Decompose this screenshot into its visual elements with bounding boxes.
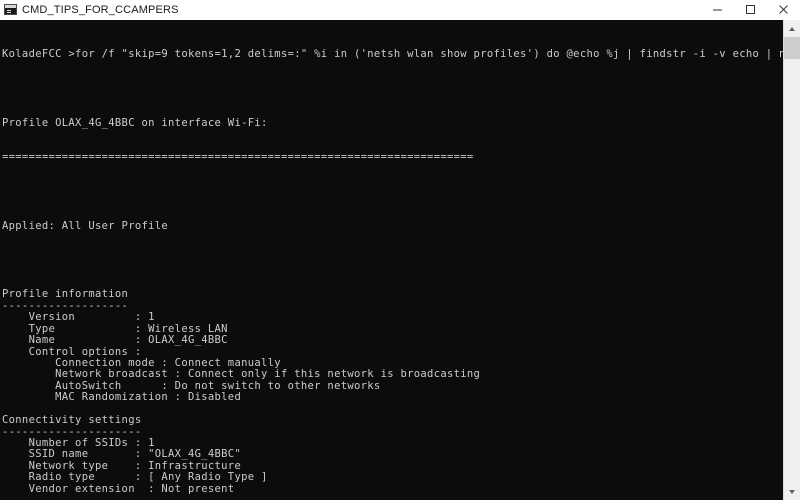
profile-rule: ========================================… — [2, 150, 474, 163]
command-line: KoladeFCC >for /f "skip=9 tokens=1,2 del… — [2, 47, 783, 60]
scroll-down-arrow[interactable] — [784, 483, 800, 500]
setting-row: MAC Randomization : Disabled — [2, 391, 242, 404]
console-icon — [4, 4, 17, 15]
setting-row: Name : OLAX_4G_4BBC — [2, 334, 228, 347]
close-icon — [779, 5, 788, 14]
triangle-up-icon — [789, 26, 795, 31]
maximize-button[interactable] — [734, 0, 767, 19]
scrollbar-track[interactable] — [784, 37, 800, 483]
console-sections: Profile information ------------------- V… — [2, 288, 783, 500]
window-title: CMD_TIPS_FOR_CCAMPERS — [22, 3, 179, 16]
maximize-icon — [746, 5, 755, 14]
scrollbar-thumb[interactable] — [784, 37, 800, 59]
title-bar[interactable]: CMD_TIPS_FOR_CCAMPERS — [0, 0, 800, 20]
section-heading: Connectivity settings — [2, 414, 142, 427]
window-body: KoladeFCC >for /f "skip=9 tokens=1,2 del… — [0, 20, 800, 500]
minimize-icon — [713, 9, 722, 11]
vertical-scrollbar[interactable] — [783, 20, 800, 500]
setting-row: Vendor extension : Not present — [2, 482, 235, 495]
triangle-down-icon — [789, 489, 795, 494]
applied-line: Applied: All User Profile — [2, 219, 169, 232]
profile-header: Profile OLAX_4G_4BBC on interface Wi-Fi: — [2, 116, 268, 129]
console-window: CMD_TIPS_FOR_CCAMPERS KoladeFCC >for /f … — [0, 0, 800, 500]
close-button[interactable] — [767, 0, 800, 19]
setting-row: Version : 1 — [2, 311, 155, 324]
console-output[interactable]: KoladeFCC >for /f "skip=9 tokens=1,2 del… — [0, 20, 783, 500]
scroll-up-arrow[interactable] — [784, 20, 800, 37]
minimize-button[interactable] — [701, 0, 734, 19]
